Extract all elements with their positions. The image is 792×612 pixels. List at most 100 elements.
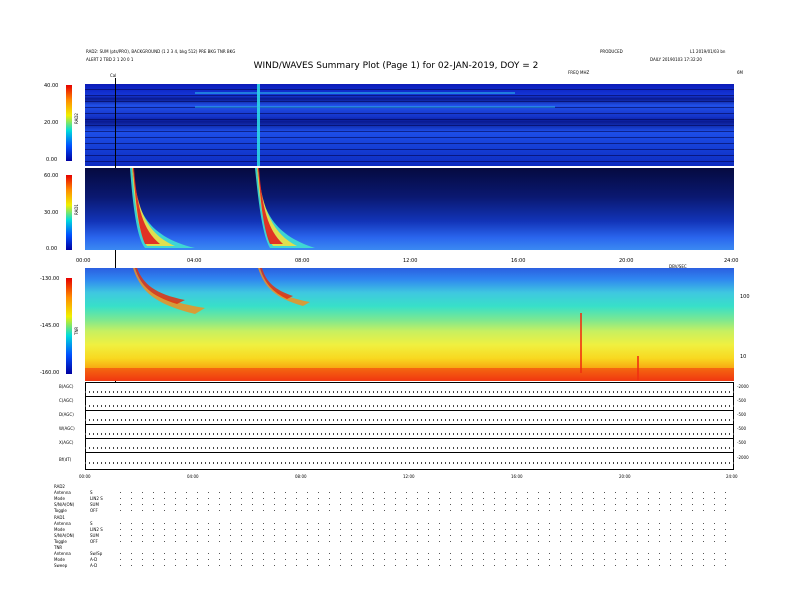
hk-divider-5 [85, 452, 734, 453]
hk-label-4: W(AGC) [59, 426, 75, 431]
rad1-time-1: 04:00 [187, 258, 202, 264]
tnr-right-tick-bottom: 10 [740, 354, 747, 360]
status-rad2-val-3: OFF [90, 508, 98, 513]
hk-trace-6 [85, 462, 734, 464]
hk-time-2: 08:00 [295, 474, 307, 479]
header-right-line2: DAILY 20190103 17:32:20 [650, 57, 702, 62]
rad1-time-2: 08:00 [295, 258, 310, 264]
rad2-band [195, 92, 515, 94]
status-rad1-val-1: LIN2 S [90, 527, 103, 532]
rad1-bursts [130, 168, 315, 248]
rad2-colorbar [66, 85, 72, 161]
status-rad1-val-3: OFF [90, 539, 98, 544]
status-dots-8 [120, 541, 730, 542]
rad1-spectrogram [85, 168, 734, 250]
hk-trace-2 [85, 405, 734, 407]
status-dots-10 [120, 559, 730, 560]
tnr-label: TNR [74, 326, 79, 335]
status-rad1-key-0: Antenna [54, 521, 71, 526]
status-tnr-header: TNR [54, 545, 63, 550]
status-rad1-key-3: Toggle [54, 539, 67, 544]
rad1-tick-mid: 30.00 [44, 210, 59, 216]
corner-label: 6M [737, 70, 743, 75]
status-tnr-key-2: Sweep [54, 563, 68, 568]
rad1-time-4: 16:00 [511, 258, 526, 264]
hk-label-3: D(AGC) [59, 412, 74, 417]
status-dots-1 [120, 492, 730, 493]
status-dots-9 [120, 553, 730, 554]
tnr-tick-top: -130.00 [40, 276, 60, 282]
rad1-colorbar [66, 175, 72, 250]
rad2-label: RAD2 [74, 113, 79, 124]
status-dots-6 [120, 529, 730, 530]
hk-right-5: -500 [737, 440, 747, 445]
hk-divider-3 [85, 424, 734, 425]
header-produced: PRODUCED [600, 49, 623, 54]
status-rad2-header: RAD2 [54, 484, 65, 489]
status-dots-4 [120, 510, 730, 511]
rad1-time-3: 12:00 [403, 258, 418, 264]
plot-title: WIND/WAVES Summary Plot (Page 1) for 02-… [253, 61, 539, 71]
rad1-label: RAD1 [74, 204, 79, 215]
rad1-tick-bottom: 0.00 [46, 246, 58, 252]
hk-right-6: -2000 [737, 455, 749, 460]
header-right-top: L1 2019/01/03 bn [690, 49, 726, 54]
tnr-right-tick-top: 100 [740, 294, 750, 300]
status-rad1-key-1: Mode [54, 527, 65, 532]
rad2-spectrogram [85, 84, 734, 166]
hk-divider-2 [85, 410, 734, 411]
status-rad2-key-1: Mode [54, 496, 65, 501]
status-dots-5 [120, 523, 730, 524]
status-rad2-key-3: Toggle [54, 508, 67, 513]
status-tnr-key-1: Mode [54, 557, 65, 562]
rad2-tick-top: 40.00 [44, 83, 59, 89]
hk-divider-1 [85, 396, 734, 397]
hk-trace-3 [85, 419, 734, 421]
rad2-tick-mid: 20.00 [44, 120, 59, 126]
tnr-tick-mid: -145.00 [40, 323, 60, 329]
hk-label-1: B(AGC) [59, 384, 74, 389]
hk-label-6: Bf(dT) [59, 457, 72, 462]
rad2-band-2 [195, 106, 555, 108]
status-rad2-val-2: SUM [90, 502, 99, 507]
rad1-tick-top: 60.00 [44, 173, 59, 179]
header-left-line1: RAD2: SUM (pts/PRO), BACKGROUND (1 2 3 4… [86, 49, 236, 54]
rad2-tick-bottom: 0.00 [46, 157, 58, 163]
status-rad1-header: RAD1 [54, 515, 65, 520]
status-tnr-val-2: A-D [90, 563, 98, 568]
summary-plot-page: { "header": { "left_line1": "RAD2: SUM (… [0, 0, 792, 612]
hk-time-1: 04:00 [187, 474, 199, 479]
hk-right-2: -500 [737, 398, 747, 403]
hk-trace-1 [85, 391, 734, 393]
freq-label: FREQ MHZ [568, 70, 590, 75]
hk-time-3: 12:00 [403, 474, 415, 479]
rad1-time-6: 24:00 [724, 258, 739, 264]
hk-label-2: C(AGC) [59, 398, 74, 403]
tnr-spectrogram [85, 268, 734, 381]
status-rad1-val-2: SUM [90, 533, 99, 538]
status-rad1-val-0: S [90, 521, 93, 526]
status-dots-7 [120, 535, 730, 536]
status-dots-3 [120, 504, 730, 505]
status-dots-11 [120, 565, 730, 566]
rad1-time-5: 20:00 [619, 258, 634, 264]
status-rad2-val-1: LIN2 S [90, 496, 103, 501]
hk-right-3: -500 [737, 412, 747, 417]
hk-time-0: 00:00 [79, 474, 91, 479]
status-dots-2 [120, 498, 730, 499]
hk-label-5: X(AGC) [59, 440, 74, 445]
hk-right-1: -2000 [737, 384, 749, 389]
hk-trace-4 [85, 433, 734, 435]
status-tnr-val-0: Sw/Sp [90, 551, 103, 556]
rad2-burst-2 [257, 84, 260, 166]
hk-right-4: -500 [737, 426, 747, 431]
status-rad2-key-0: Antenna [54, 490, 71, 495]
status-tnr-val-1: A-D [90, 557, 98, 562]
status-tnr-key-0: Antenna [54, 551, 71, 556]
tnr-colorbar [66, 278, 72, 374]
hk-time-4: 16:00 [511, 474, 523, 479]
hk-trace-5 [85, 447, 734, 449]
hk-time-6: 24:00 [726, 474, 738, 479]
status-rad2-val-0: S [90, 490, 93, 495]
hk-divider-4 [85, 438, 734, 439]
